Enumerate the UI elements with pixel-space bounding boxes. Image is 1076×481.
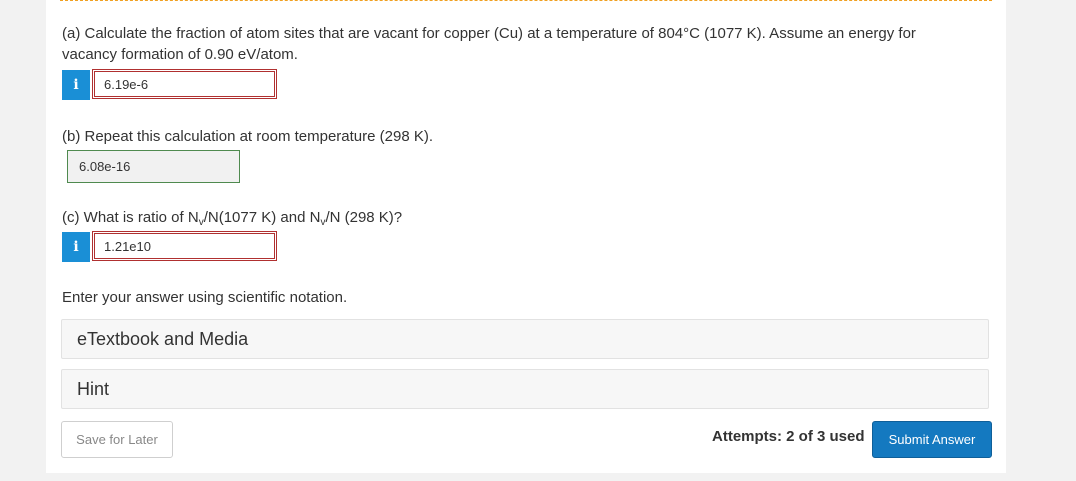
part-b-answer-input[interactable]: 6.08e-16 <box>67 150 240 183</box>
part-a-question: (a) Calculate the fraction of atom sites… <box>62 25 916 63</box>
part-c-question-text-3: /N (298 K)? <box>325 209 403 226</box>
save-for-later-button[interactable]: Save for Later <box>61 421 173 458</box>
hint-accordion[interactable]: Hint <box>61 369 989 409</box>
info-icon[interactable]: i <box>62 70 90 100</box>
etextbook-accordion[interactable]: eTextbook and Media <box>61 319 989 359</box>
part-b-question: (b) Repeat this calculation at room temp… <box>62 128 434 145</box>
part-c-question-text-2: /N(1077 K) and N <box>203 209 321 226</box>
attempts-counter: Attempts: 2 of 3 used <box>712 428 865 445</box>
question-card: (a) Calculate the fraction of atom sites… <box>46 0 1006 473</box>
part-c-question-text-1: (c) What is ratio of N <box>62 209 199 226</box>
info-icon[interactable]: i <box>62 232 90 262</box>
submit-answer-button[interactable]: Submit Answer <box>872 421 992 458</box>
part-a-answer-input[interactable]: 6.19e-6 <box>92 69 277 99</box>
top-dashed-divider <box>60 0 992 1</box>
part-c-answer-row: i 1.21e10 <box>62 231 277 263</box>
part-a-answer-row: i 6.19e-6 <box>62 69 277 101</box>
instruction-text: Enter your answer using scientific notat… <box>62 289 348 306</box>
part-c-answer-input[interactable]: 1.21e10 <box>92 231 277 261</box>
part-c-question: (c) What is ratio of Nv/N(1077 K) and Nv… <box>62 207 402 228</box>
